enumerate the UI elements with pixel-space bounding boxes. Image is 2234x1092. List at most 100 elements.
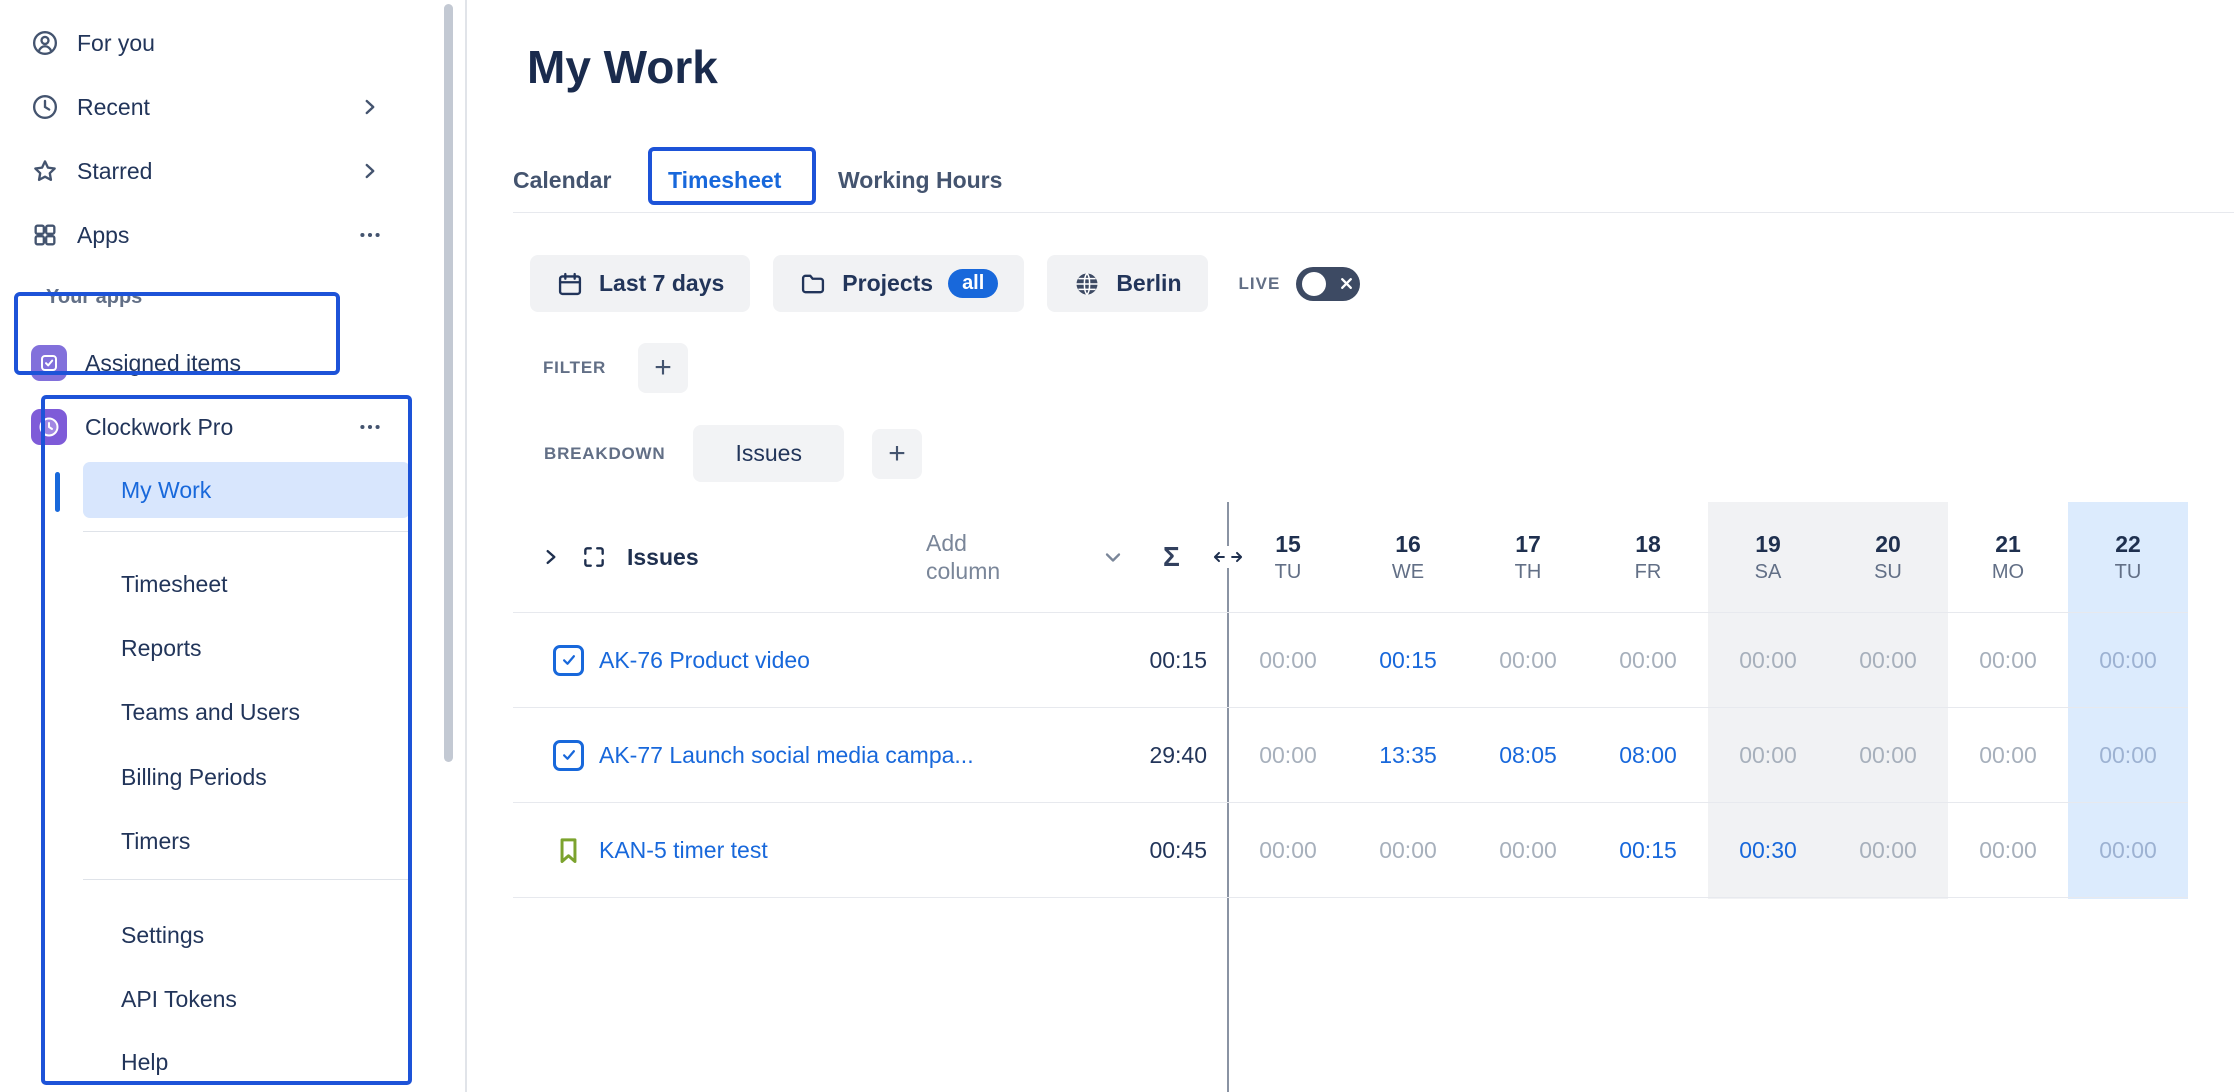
time-cell[interactable]: 00:00 [1948,708,2068,802]
calendar-icon [556,270,584,298]
row-total: 00:45 [1149,837,1207,864]
date-range-chip[interactable]: Last 7 days [530,255,750,312]
day-header: 21MO [1948,502,2068,612]
sidebar-item-recent[interactable]: Recent [0,75,435,139]
time-cell[interactable]: 00:00 [1948,613,2068,707]
time-cell[interactable]: 00:00 [1828,613,1948,707]
more-icon[interactable] [357,222,383,248]
issues-group-label: Issues [627,544,699,571]
time-cell[interactable]: 00:00 [2068,613,2188,707]
clockwork-pro-icon [31,409,67,445]
time-cell[interactable]: 00:15 [1588,803,1708,897]
time-cell[interactable]: 00:00 [1228,803,1348,897]
sidebar-item-label: Assigned items [85,350,241,377]
sidebar-item-clockwork-pro[interactable]: Clockwork Pro [0,395,435,459]
resize-columns-icon[interactable] [1209,546,1247,568]
time-cell[interactable]: 08:05 [1468,708,1588,802]
time-cell[interactable]: 00:00 [1708,708,1828,802]
day-header: 17TH [1468,502,1588,612]
issues-header-cell: Issues Add column Σ [513,502,1228,612]
tab-calendar[interactable]: Calendar [513,152,611,208]
add-column-dropdown[interactable]: Add column [926,529,1044,585]
page-title: My Work [527,40,718,94]
task-type-icon [553,740,584,771]
expand-group-chevron-icon[interactable] [541,547,561,567]
sidebar-item-assigned-items[interactable]: Assigned items [0,331,435,395]
sidebar-item-timesheet[interactable]: Timesheet [83,556,410,612]
time-cell[interactable]: 00:00 [1588,613,1708,707]
sidebar-item-timers[interactable]: Timers [83,813,410,869]
fullscreen-icon[interactable] [581,544,607,570]
timesheet-row: AK-76 Product video 00:15 00:00 00:15 00… [513,613,2188,708]
sidebar: For you Recent Starred Apps Your apps As… [0,0,444,1092]
sidebar-item-label: Apps [77,222,129,249]
time-cell[interactable]: 13:35 [1348,708,1468,802]
live-label: LIVE [1239,274,1281,294]
time-cell[interactable]: 00:00 [1348,803,1468,897]
tab-timesheet[interactable]: Timesheet [668,152,781,208]
day-header: 18FR [1588,502,1708,612]
sidebar-item-for-you[interactable]: For you [0,11,435,75]
more-icon[interactable] [357,414,383,440]
time-cell[interactable]: 00:00 [1708,613,1828,707]
time-cell[interactable]: 00:00 [1468,613,1588,707]
folder-icon [799,270,827,298]
chevron-right-icon[interactable] [357,94,383,120]
projects-chip[interactable]: Projects all [773,255,1024,312]
person-icon [31,29,59,57]
day-header-today: 22TU [2068,502,2188,612]
task-type-icon [553,645,584,676]
sidebar-item-billing-periods[interactable]: Billing Periods [83,749,410,805]
sidebar-item-my-work[interactable]: My Work [83,462,410,518]
time-cell[interactable]: 08:00 [1588,708,1708,802]
time-cell[interactable]: 00:15 [1348,613,1468,707]
tabs-divider [513,212,2234,213]
time-cell[interactable]: 00:00 [1828,803,1948,897]
sidebar-scrollbar[interactable] [444,4,453,762]
sidebar-item-label: Recent [77,94,150,121]
timesheet-table: Issues Add column Σ 15TU 16WE 17TH 18FR … [513,502,2188,898]
assigned-items-icon [31,345,67,381]
time-cell[interactable]: 00:00 [2068,708,2188,802]
breakdown-issues-button[interactable]: Issues [693,425,843,482]
time-cell[interactable]: 00:00 [1828,708,1948,802]
live-toggle[interactable] [1296,267,1360,301]
day-header-weekend: 19SA [1708,502,1828,612]
filter-section: FILTER + [543,343,688,393]
your-apps-label: Your apps [46,286,142,309]
filter-label: FILTER [543,358,606,378]
tab-working-hours[interactable]: Working Hours [838,152,1002,208]
sidebar-item-api-tokens[interactable]: API Tokens [83,971,410,1027]
add-breakdown-button[interactable]: + [872,429,922,479]
time-cell[interactable]: 00:30 [1708,803,1828,897]
time-cell[interactable]: 00:00 [1228,708,1348,802]
time-cell[interactable]: 00:00 [2068,803,2188,897]
divider [83,531,410,532]
sidebar-item-starred[interactable]: Starred [0,139,435,203]
breakdown-label: BREAKDOWN [544,444,665,464]
sidebar-item-help[interactable]: Help [83,1034,410,1090]
issue-link[interactable]: AK-77 Launch social media campa... [599,742,974,769]
time-cell[interactable]: 00:00 [1228,613,1348,707]
sidebar-item-apps[interactable]: Apps [0,203,435,267]
add-filter-button[interactable]: + [638,343,688,393]
timezone-chip[interactable]: Berlin [1047,255,1207,312]
row-total: 29:40 [1149,742,1207,769]
sidebar-item-settings[interactable]: Settings [83,907,410,963]
time-cell[interactable]: 00:00 [1468,803,1588,897]
chevron-down-icon[interactable] [1101,545,1125,569]
sidebar-divider [465,0,467,1092]
chevron-right-icon[interactable] [357,158,383,184]
sidebar-item-teams-and-users[interactable]: Teams and Users [83,684,410,740]
sum-button[interactable]: Σ [1163,541,1180,573]
sidebar-item-reports[interactable]: Reports [83,620,410,676]
projects-label: Projects [842,270,933,297]
issue-link[interactable]: KAN-5 timer test [599,837,768,864]
table-header: Issues Add column Σ 15TU 16WE 17TH 18FR … [513,502,2188,613]
projects-all-badge: all [948,269,998,298]
issue-link[interactable]: AK-76 Product video [599,647,810,674]
divider [83,879,410,880]
day-header: 16WE [1348,502,1468,612]
time-cell[interactable]: 00:00 [1948,803,2068,897]
timesheet-row: AK-77 Launch social media campa... 29:40… [513,708,2188,803]
